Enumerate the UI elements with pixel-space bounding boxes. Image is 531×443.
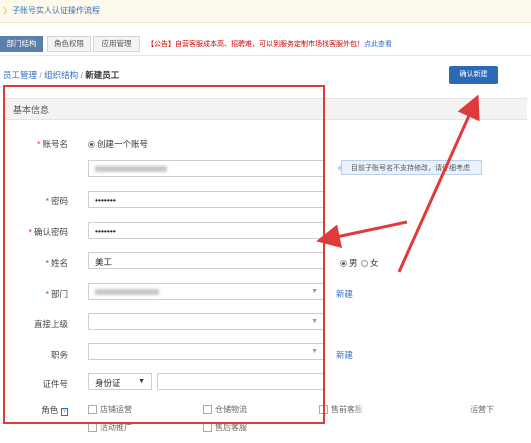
annotation-arrows: [316, 94, 480, 273]
annotation-arrow-to-form: [316, 220, 408, 249]
annotation-arrow-to-button: [397, 94, 480, 273]
